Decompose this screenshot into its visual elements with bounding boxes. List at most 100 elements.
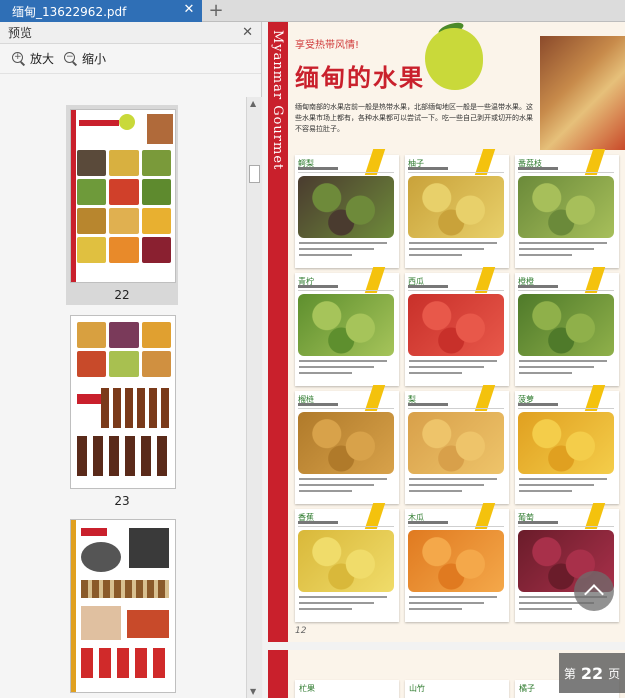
fruit-card: 香蕉 (295, 503, 399, 622)
page-subtitle: 享受热带风情! (295, 40, 360, 51)
fruit-card: 橙橙 (515, 267, 619, 386)
pdf-page: Myanmar Gourmet 享受热带风情! 缅甸的水果 缅甸南部的水果店前一… (268, 22, 625, 642)
thumbnail-list: 22 23 (0, 97, 246, 698)
fruit-card: 番荔枝 (515, 149, 619, 268)
preview-panel: 预览 ✕ + 放大 − 缩小 22 23 ▲ ▼ (0, 22, 262, 698)
scrollbar-thumb[interactable] (249, 165, 260, 183)
divider (408, 526, 504, 527)
fruit-photo (408, 176, 504, 238)
divider (518, 526, 614, 527)
thumbnail-label: 23 (114, 494, 130, 508)
fruit-script-label (408, 403, 448, 406)
fruit-description (409, 478, 505, 500)
divider (298, 172, 394, 173)
divider (518, 408, 614, 409)
scroll-to-top-button[interactable] (574, 571, 614, 611)
thumbnail-page-24[interactable]: 24 (66, 519, 178, 698)
divider (408, 290, 504, 291)
fruit-card: 柚子 (405, 149, 509, 268)
zoom-out-button[interactable]: − 缩小 (64, 50, 106, 67)
fruit-description (299, 242, 395, 264)
zoom-out-label: 缩小 (82, 52, 107, 66)
divider (408, 172, 504, 173)
scroll-down-icon[interactable]: ▼ (250, 687, 256, 696)
fruit-card: 榴梿 (295, 385, 399, 504)
divider (408, 408, 504, 409)
fruit-card: 西瓜 (405, 267, 509, 386)
pomelo-illustration (425, 28, 483, 90)
preview-panel-header: 预览 ✕ (0, 22, 261, 44)
fruit-name: 山竹 (409, 684, 425, 693)
intro-paragraph: 缅甸南部的水果店前一般是热带水果，北部缅甸地区一般是一些温带水果。这些水果市场上… (295, 103, 533, 133)
fruit-name: 橘子 (519, 684, 535, 693)
fruit-description (409, 242, 505, 264)
zoom-out-icon: − (64, 51, 78, 66)
fruit-card: 山竹 (405, 680, 509, 698)
fruit-photo (298, 294, 394, 356)
close-icon[interactable]: ✕ (182, 3, 196, 17)
fruit-photo (298, 530, 394, 592)
fruit-card: 鳄梨 (295, 149, 399, 268)
fruit-script-label (298, 285, 338, 288)
fruit-description (519, 478, 615, 500)
fruit-name: 杧果 (299, 684, 315, 693)
fruit-photo (298, 176, 394, 238)
page-indicator-prefix: 第 (563, 666, 576, 681)
fruit-script-label (518, 167, 558, 170)
fruit-description (519, 360, 615, 382)
new-tab-button[interactable]: + (207, 1, 225, 21)
page-indicator-number: 22 (580, 663, 604, 683)
fruit-card: 梨 (405, 385, 509, 504)
zoom-in-icon: + (12, 51, 26, 66)
fruit-description (299, 360, 395, 382)
scroll-up-icon[interactable]: ▲ (250, 99, 256, 108)
close-icon[interactable]: ✕ (242, 25, 253, 40)
thumbnail-image (70, 109, 176, 283)
fruit-photo (518, 294, 614, 356)
page-indicator-suffix: 页 (608, 666, 621, 681)
document-tab-title: 缅甸_13622962.pdf (12, 4, 127, 19)
page-number: 12 (295, 626, 307, 636)
tab-bar: 缅甸_13622962.pdf ✕ + (0, 0, 625, 22)
fruit-card: 青柠 (295, 267, 399, 386)
thumbnail-page-23[interactable]: 23 (66, 315, 178, 508)
fruit-card: 菠萝 (515, 385, 619, 504)
fruit-description (299, 478, 395, 500)
thumbnail-page-22[interactable]: 22 (66, 105, 178, 305)
zoom-toolbar: + 放大 − 缩小 (0, 44, 261, 74)
divider (518, 172, 614, 173)
fruit-photo (408, 294, 504, 356)
preview-panel-title: 预览 (8, 26, 33, 40)
thumbnail-image (70, 315, 176, 489)
fruit-photo (408, 530, 504, 592)
thumbnail-image (70, 519, 176, 693)
page-side-bar (268, 650, 288, 698)
fruit-description (519, 242, 615, 264)
thumbnail-label: 22 (114, 288, 130, 302)
page-title: 缅甸的水果 (295, 64, 425, 92)
fruit-script-label (298, 403, 338, 406)
fruit-script-label (408, 285, 448, 288)
fruit-script-label (518, 521, 558, 524)
fruit-description (409, 360, 505, 382)
fruit-description (299, 596, 395, 618)
fruit-script-label (298, 167, 338, 170)
page-indicator: 第 22 页 (559, 653, 625, 693)
market-photo (540, 36, 625, 150)
page-side-bar: Myanmar Gourmet (268, 22, 288, 642)
document-view[interactable]: Myanmar Gourmet 享受热带风情! 缅甸的水果 缅甸南部的水果店前一… (263, 22, 625, 698)
fruit-script-label (518, 285, 558, 288)
fruit-photo (408, 412, 504, 474)
divider (518, 290, 614, 291)
fruit-card: 木瓜 (405, 503, 509, 622)
zoom-in-label: 放大 (30, 52, 55, 66)
fruit-photo (298, 412, 394, 474)
zoom-in-button[interactable]: + 放大 (12, 50, 54, 67)
fruit-script-label (298, 521, 338, 524)
divider (298, 526, 394, 527)
fruit-photo (518, 176, 614, 238)
thumbnail-scrollbar[interactable]: ▲ ▼ (246, 97, 262, 698)
divider (298, 290, 394, 291)
divider (298, 408, 394, 409)
document-tab[interactable]: 缅甸_13622962.pdf ✕ (0, 0, 202, 22)
